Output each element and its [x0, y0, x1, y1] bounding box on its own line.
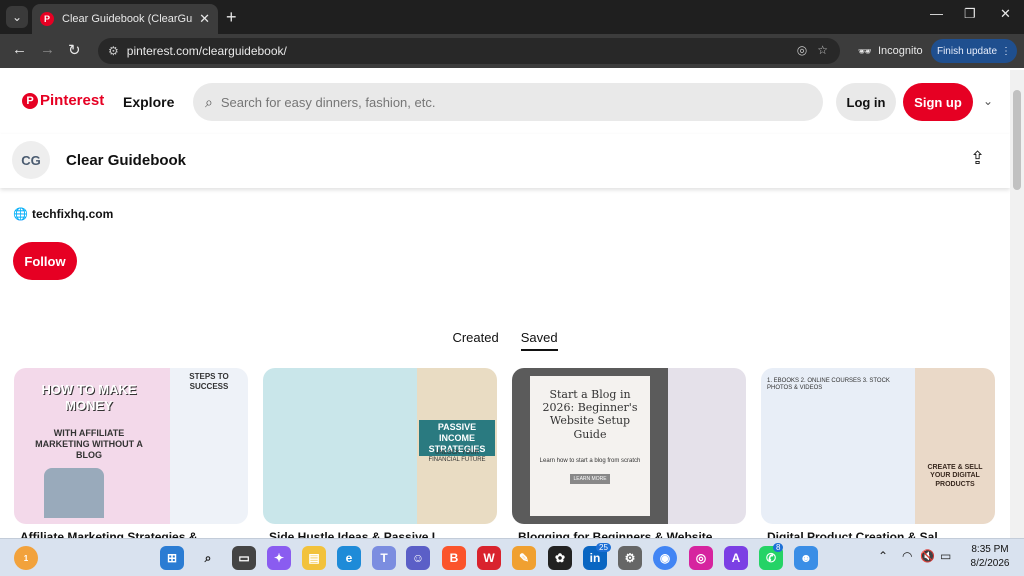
website-text: techfixhq.com	[31, 207, 114, 221]
weather-icon[interactable]: 1	[14, 546, 38, 570]
pin-side-text: STEPS TO SUCCESS	[189, 372, 229, 391]
pinterest-favicon-icon: P	[40, 12, 54, 26]
search-input[interactable]	[220, 94, 781, 110]
pin-headline: CREATE & SELL YOUR DIGITAL PRODUCTS	[927, 464, 983, 488]
pin-card[interactable]: 1. EBOOKS 2. ONLINE COURSES 3. STOCK PHO…	[761, 368, 995, 524]
search-icon[interactable]: ⌕	[196, 546, 220, 570]
taskbar: 1 ⊞ ⌕ ▭ ✦ ▤ e T ☺ B W ✎ ✿ in 25 ⚙ ◉ ◎ A …	[0, 538, 1024, 576]
new-tab-icon[interactable]: +	[226, 7, 237, 28]
tab-created[interactable]: Created	[452, 330, 498, 351]
avatar[interactable]: CG	[12, 141, 50, 179]
finish-update-label: Finish update	[936, 45, 998, 57]
page-scrollbar[interactable]	[1010, 70, 1024, 538]
chat-icon[interactable]: ☺	[406, 546, 430, 570]
settings-icon[interactable]: ⚙	[618, 546, 642, 570]
restore-icon[interactable]: ❐	[964, 6, 976, 22]
wifi-icon[interactable]: ◠	[902, 549, 912, 563]
search-bar[interactable]: ⌕	[193, 83, 823, 121]
brave-icon[interactable]: B	[442, 546, 466, 570]
pin-side-text: LEARN MORE	[570, 474, 610, 484]
profile-tabs: Created Saved	[0, 330, 1010, 351]
minimize-icon[interactable]: —	[930, 6, 943, 21]
login-button[interactable]: Log in	[836, 83, 896, 121]
volume-icon[interactable]: 🔇	[920, 549, 935, 563]
pin-subtitle: UNLOCK YOUR FINANCIAL FUTURE	[428, 450, 486, 464]
tab-saved[interactable]: Saved	[520, 330, 558, 351]
explore-link[interactable]: Explore	[123, 94, 174, 110]
pinterest-logo-icon: P	[22, 92, 38, 109]
teams-icon[interactable]: T	[372, 546, 396, 570]
pin-subtitle: Learn how to start a blog from scratch	[539, 458, 641, 464]
search-icon: ⌕	[205, 93, 213, 110]
profile-name: Clear Guidebook	[66, 152, 187, 169]
pinterest-header: P Pinterest Explore ⌕ Log in Sign up ⌄	[0, 70, 1010, 134]
pin-subtitle: WITH AFFILIATE MARKETING WITHOUT A BLOG	[35, 428, 143, 460]
pin-headline: HOW TO MAKE MONEY	[41, 382, 137, 413]
bookmark-star-icon[interactable]: ◎ ☆	[797, 43, 828, 57]
pin-card[interactable]: PASSIVE INCOME STRATEGIES UNLOCK YOUR FI…	[263, 368, 497, 524]
start-icon[interactable]: ⊞	[160, 546, 184, 570]
incognito-icon: 🕶	[858, 45, 872, 58]
copilot-icon[interactable]: ✦	[267, 546, 291, 570]
wps-icon[interactable]: W	[477, 546, 501, 570]
finish-update-button[interactable]: Finish update ⋮	[931, 39, 1017, 63]
browser-tabstrip: ⌄ P Clear Guidebook (ClearGuidebo ✕ + — …	[0, 0, 1024, 34]
browser-tab[interactable]: P Clear Guidebook (ClearGuidebo ✕	[32, 4, 218, 34]
share-icon[interactable]: ⇪	[970, 148, 985, 169]
tab-search-icon[interactable]: ⌄	[6, 6, 28, 28]
tray-chevron-icon[interactable]: ⌃	[878, 549, 888, 563]
back-icon[interactable]: ←	[12, 41, 27, 58]
edge-icon[interactable]: e	[337, 546, 361, 570]
chrome-icon[interactable]: ◉	[653, 546, 677, 570]
forward-icon[interactable]: →	[40, 41, 55, 58]
signup-button[interactable]: Sign up	[903, 83, 973, 121]
battery-icon[interactable]: ▭	[940, 549, 951, 563]
close-window-icon[interactable]: ✕	[1000, 6, 1011, 22]
pin-illustration	[44, 468, 104, 518]
notes-icon[interactable]: ✎	[512, 546, 536, 570]
pin-card[interactable]: Start a Blog in 2026: Beginner's Website…	[512, 368, 746, 524]
clock-time: 8:35 PM	[971, 544, 1009, 555]
profile-bar: CG Clear Guidebook ⇪	[0, 134, 1010, 188]
scrollbar-thumb[interactable]	[1013, 90, 1021, 190]
url-text: pinterest.com/clearguidebook/	[126, 44, 287, 58]
address-bar[interactable]: ⚙ pinterest.com/clearguidebook/ ◎ ☆	[98, 38, 840, 64]
tab-close-icon[interactable]: ✕	[199, 11, 210, 27]
globe-icon: 🌐	[13, 207, 28, 221]
canva-icon[interactable]: A	[724, 546, 748, 570]
logo-text: Pinterest	[40, 92, 105, 109]
weather-badge: 1	[23, 553, 29, 563]
task-view-icon[interactable]: ▭	[232, 546, 256, 570]
pin-subtitle: 1. EBOOKS 2. ONLINE COURSES 3. STOCK PHO…	[767, 378, 890, 392]
follow-button[interactable]: Follow	[13, 242, 77, 280]
website-link[interactable]: 🌐 techfixhq.com	[13, 207, 113, 221]
chevron-down-icon[interactable]: ⌄	[983, 94, 993, 108]
incognito-label: Incognito	[877, 45, 923, 57]
pin-card[interactable]: HOW TO MAKE MONEY WITH AFFILIATE MARKETI…	[14, 368, 248, 524]
chatgpt-icon[interactable]: ✿	[548, 546, 572, 570]
reload-icon[interactable]: ↻	[68, 41, 81, 59]
people-icon[interactable]: ☻	[794, 546, 818, 570]
browser-toolbar: ← → ↻ ⚙ pinterest.com/clearguidebook/ ◎ …	[0, 34, 1024, 68]
pinterest-logo[interactable]: P Pinterest	[22, 92, 104, 109]
file-explorer-icon[interactable]: ▤	[302, 546, 326, 570]
linkedin-badge: 25	[596, 543, 611, 552]
site-info-icon[interactable]: ⚙	[108, 44, 119, 58]
more-menu-icon: ⋮	[1001, 45, 1012, 57]
clock-date: 8/2/2026	[970, 558, 1010, 569]
incognito-indicator[interactable]: 🕶 Incognito	[848, 38, 933, 64]
pin-headline: Start a Blog in 2026: Beginner's Website…	[542, 388, 638, 441]
instagram-icon[interactable]: ◎	[689, 546, 713, 570]
clock[interactable]: 8:35 PM 8/2/2026	[964, 543, 1016, 571]
tab-title: Clear Guidebook (ClearGuidebo	[62, 13, 194, 25]
